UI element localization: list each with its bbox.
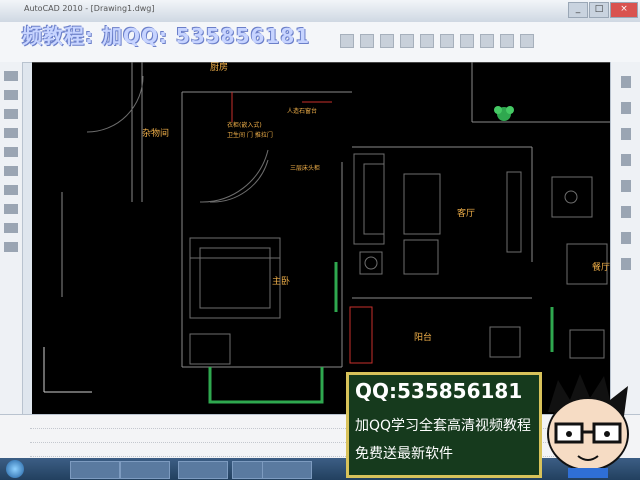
move-tool-icon[interactable] [621, 180, 631, 192]
promo-line-2: 免费送最新软件 [355, 446, 453, 462]
annotation-text: 衣柜(嵌入式) [227, 122, 262, 129]
tool-icon[interactable] [480, 34, 494, 48]
table-tool-icon[interactable] [4, 242, 18, 252]
rotate-tool-icon[interactable] [621, 206, 631, 218]
tool-icon[interactable] [460, 34, 474, 48]
room-label-balcony: 阳台 [414, 333, 433, 343]
point-tool-icon[interactable] [4, 223, 18, 233]
maximize-button[interactable]: □ [589, 2, 609, 18]
toolbar-icons [340, 34, 534, 48]
trim-tool-icon[interactable] [621, 232, 631, 244]
block-tool-icon[interactable] [4, 204, 18, 214]
tool-icon[interactable] [420, 34, 434, 48]
line-tool-icon[interactable] [4, 71, 18, 81]
window-controls: _ □ × [567, 2, 638, 18]
mirror-tool-icon[interactable] [621, 128, 631, 140]
extend-tool-icon[interactable] [621, 258, 631, 270]
cartoon-mascot-icon [547, 374, 629, 478]
tool-icon[interactable] [360, 34, 374, 48]
drawing-canvas[interactable]: 杂物间 主卧 客厅 阳台 厨房 餐厅 衣柜(嵌入式) 卫生间 门 推拉门 人造石… [32, 62, 610, 414]
annotation-text: 卫生间 门 推拉门 [227, 132, 273, 139]
hatch-tool-icon[interactable] [4, 166, 18, 176]
furniture-group [86, 75, 608, 365]
taskbar-item[interactable] [262, 461, 312, 479]
offset-tool-icon[interactable] [621, 154, 631, 166]
taskbar-item[interactable] [178, 461, 228, 479]
room-label-dining: 餐厅 [592, 263, 610, 273]
tool-icon[interactable] [400, 34, 414, 48]
minimize-button[interactable]: _ [568, 2, 588, 18]
tool-icon[interactable] [380, 34, 394, 48]
room-label-kitchen: 厨房 [210, 63, 229, 73]
taskbar-item[interactable] [120, 461, 170, 479]
tool-icon[interactable] [440, 34, 454, 48]
circle-tool-icon[interactable] [4, 109, 18, 119]
arc-tool-icon[interactable] [4, 128, 18, 138]
draw-toolbar [0, 62, 23, 414]
room-label-storage: 杂物间 [142, 129, 170, 139]
tool-icon[interactable] [500, 34, 514, 48]
promo-qq-number: QQ:535856181 [355, 379, 523, 403]
promo-banner: QQ:535856181 加QQ学习全套高清视频教程 免费送最新软件 [346, 372, 542, 478]
annotation-text: 三层床头柜 [290, 165, 321, 172]
taskbar-item[interactable] [70, 461, 120, 479]
polyline-tool-icon[interactable] [4, 90, 18, 100]
promo-line-1: 加QQ学习全套高清视频教程 [355, 418, 532, 434]
tool-icon[interactable] [340, 34, 354, 48]
text-tool-icon[interactable] [4, 185, 18, 195]
window-title: AutoCAD 2010 - [Drawing1.dwg] [24, 4, 155, 13]
copy-tool-icon[interactable] [621, 102, 631, 114]
taskbar-item[interactable] [232, 461, 266, 479]
annotation-text: 人造石窗台 [287, 108, 318, 115]
close-button[interactable]: × [610, 2, 638, 18]
room-label-living: 客厅 [457, 209, 476, 219]
modify-toolbar [610, 62, 640, 414]
start-button[interactable] [6, 460, 24, 478]
room-label-bedroom: 主卧 [272, 277, 291, 287]
watermark: 频教程: 加QQ: 535856181 [22, 24, 311, 48]
plant-icon [494, 106, 514, 121]
tool-icon[interactable] [520, 34, 534, 48]
floor-plan-drawing [32, 62, 610, 404]
erase-tool-icon[interactable] [621, 76, 631, 88]
ucs-icon [43, 347, 92, 393]
title-bar: AutoCAD 2010 - [Drawing1.dwg] _ □ × [0, 0, 640, 22]
rectangle-tool-icon[interactable] [4, 147, 18, 157]
